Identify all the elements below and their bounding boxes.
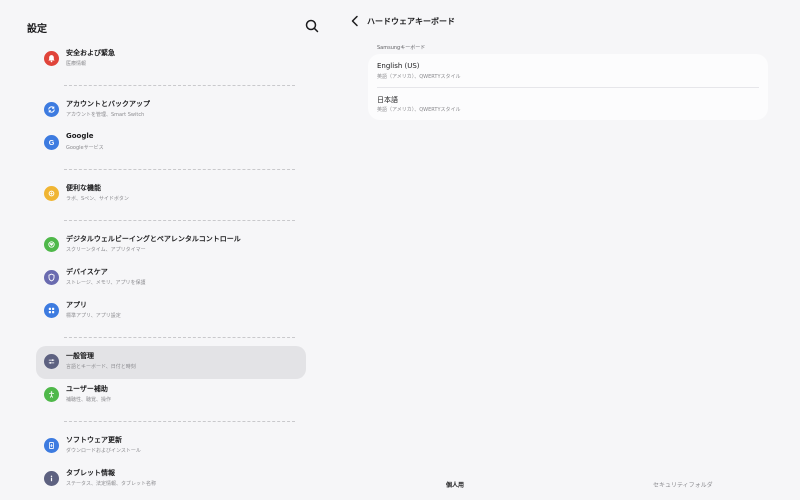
settings-item-sub: アカウントを管理、Smart Switch (66, 112, 145, 118)
settings-item-sub: 医療情報 (66, 61, 87, 67)
settings-item-label: アカウントとバックアップ (66, 100, 150, 108)
keyboard-item-english[interactable]: English (US) 英語（アメリカ）、QWERTYスタイル (368, 54, 768, 88)
settings-item-accessibility[interactable]: ユーザー補助 補聴性、聴覚、操作 (36, 379, 306, 412)
settings-item-sub: ダウンロードおよびインストール (66, 448, 141, 454)
sync-icon (44, 102, 59, 117)
settings-item-sub: スクリーンタイム、アプリタイマー (66, 247, 146, 253)
settings-item-label: デジタルウェルビーイングとペアレンタルコントロール (66, 235, 241, 243)
settings-item-sub: Googleサービス (66, 145, 104, 151)
settings-item-sub: 言語とキーボード、日付と時刻 (66, 364, 136, 370)
settings-item-apps[interactable]: アプリ 標準アプリ、アプリ設定 (36, 295, 306, 328)
settings-item-label: 安全および緊急 (66, 49, 115, 57)
page-title: ハードウェアキーボード (367, 17, 455, 26)
settings-title: 設定 (27, 24, 47, 35)
gear-plus-icon (44, 186, 59, 201)
settings-item-sub: 標準アプリ、アプリ設定 (66, 313, 121, 319)
bell-icon (44, 51, 59, 66)
settings-item-label: Google (66, 132, 94, 140)
accessibility-icon (44, 387, 59, 402)
search-button[interactable] (304, 18, 320, 34)
group-divider (64, 169, 295, 170)
settings-item-label: 便利な機能 (66, 184, 101, 192)
settings-item-label: タブレット情報 (66, 469, 115, 477)
keyboard-item-sub: 英語（アメリカ）、QWERTYスタイル (377, 107, 461, 113)
group-divider (64, 337, 295, 338)
settings-item-general[interactable]: 一般管理 言語とキーボード、日付と時刻 (36, 346, 306, 379)
shield-icon (44, 270, 59, 285)
settings-item-backup[interactable]: アカウントとバックアップ アカウントを管理、Smart Switch (36, 94, 306, 127)
settings-item-advanced[interactable]: 便利な機能 ラボ、Sペン、サイドボタン (36, 178, 306, 211)
keyboard-list-card: English (US) 英語（アメリカ）、QWERTYスタイル 日本語 英語（… (368, 54, 768, 120)
keyboard-item-japanese[interactable]: 日本語 英語（アメリカ）、QWERTYスタイル (368, 87, 768, 120)
tab-personal[interactable]: 個人用 (446, 480, 464, 489)
settings-item-label: ソフトウェア更新 (66, 436, 122, 444)
keyboard-item-sub: 英語（アメリカ）、QWERTYスタイル (377, 74, 461, 80)
sliders-icon (44, 354, 59, 369)
detail-pane: ハードウェアキーボード Samsungキーボード English (US) 英語… (335, 0, 800, 500)
settings-item-safety[interactable]: 安全および緊急 医療情報 (36, 43, 306, 76)
back-button[interactable] (348, 13, 362, 27)
settings-item-sub: 補聴性、聴覚、操作 (66, 397, 112, 403)
update-icon (44, 438, 59, 453)
group-divider (64, 421, 295, 422)
settings-item-sub: ステータス、法定情報、タブレット名称 (66, 481, 157, 487)
group-divider (64, 220, 295, 221)
settings-item-label: ユーザー補助 (66, 385, 108, 393)
search-icon (305, 19, 319, 33)
group-divider (64, 85, 295, 86)
google-icon: G (44, 135, 59, 150)
svg-text:G: G (49, 138, 55, 147)
chevron-left-icon (351, 15, 358, 27)
settings-item-label: アプリ (66, 301, 87, 309)
settings-item-sub: ストレージ、メモリ、アプリを保護 (66, 280, 146, 286)
settings-item-google[interactable]: G Google Googleサービス (36, 127, 306, 160)
heart-icon (44, 237, 59, 252)
grid-icon (44, 303, 59, 318)
info-icon (44, 471, 59, 486)
keyboard-item-label: 日本語 (377, 96, 398, 104)
tab-secure-folder[interactable]: セキュリティフォルダ (653, 480, 713, 489)
settings-item-about[interactable]: タブレット情報 ステータス、法定情報、タブレット名称 (36, 463, 306, 496)
settings-item-update[interactable]: ソフトウェア更新 ダウンロードおよびインストール (36, 430, 306, 463)
settings-item-wellbeing[interactable]: デジタルウェルビーイングとペアレンタルコントロール スクリーンタイム、アプリタイ… (36, 229, 306, 262)
settings-list-pane: 設定 安全および緊急 医療情報 アカウントとバックアップ アカウントを管理、Sm… (0, 0, 335, 500)
settings-item-devicecare[interactable]: デバイスケア ストレージ、メモリ、アプリを保護 (36, 262, 306, 295)
section-header: Samsungキーボード (377, 45, 426, 51)
settings-item-label: デバイスケア (66, 268, 108, 276)
keyboard-item-label: English (US) (377, 62, 420, 70)
settings-item-sub: ラボ、Sペン、サイドボタン (66, 196, 129, 202)
settings-item-label: 一般管理 (66, 352, 94, 360)
